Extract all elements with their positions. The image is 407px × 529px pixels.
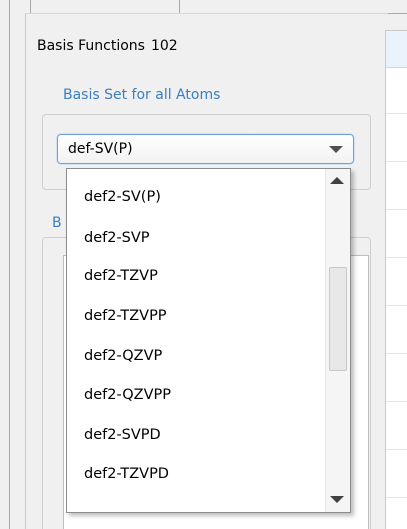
basis-set-group-title: Basis Set for all Atoms [63, 87, 221, 103]
dropdown-option[interactable]: def2-QZVP [84, 348, 162, 364]
chevron-down-icon[interactable] [329, 146, 343, 153]
table-row [386, 401, 407, 402]
dropdown-option[interactable]: def2-TZVPP [84, 308, 167, 324]
table-row [386, 449, 407, 450]
right-table-header [386, 31, 407, 68]
dropdown-option[interactable]: def2-SVPD [84, 427, 161, 443]
table-row [386, 257, 407, 258]
table-row [386, 209, 407, 210]
tab-previous[interactable] [30, 0, 180, 14]
dropdown-option[interactable]: def2-SVP [84, 230, 150, 246]
second-group-title: B [52, 215, 62, 231]
scroll-up-arrow-icon[interactable] [330, 177, 344, 184]
scrollbar-thumb[interactable] [329, 267, 347, 371]
right-table-panel [385, 30, 407, 529]
basis-set-dropdown-list[interactable]: def2-SV(P) def2-SVP def2-TZVP def2-TZVPP… [66, 168, 351, 513]
table-row [386, 161, 407, 162]
dropdown-option[interactable]: def2-QZVPP [84, 387, 171, 403]
dropdown-option[interactable]: def2-SV(P) [84, 189, 161, 205]
dropdown-scrollbar[interactable] [325, 169, 350, 512]
basis-functions-label: Basis Functions [37, 38, 145, 54]
table-row [386, 113, 407, 114]
basis-functions-info: Basis Functions 102 [37, 38, 178, 54]
basis-set-panel: Basis Functions 102 Basis Set for all Ato… [0, 0, 407, 529]
dropdown-option[interactable]: def2-TZVPD [84, 466, 169, 482]
table-row [386, 353, 407, 354]
basis-functions-count: 102 [150, 38, 178, 54]
table-row [386, 497, 407, 498]
basis-set-selected-value: def-SV(P) [68, 141, 133, 157]
dropdown-option[interactable]: def2-TZVP [84, 268, 158, 284]
table-row [386, 305, 407, 306]
scroll-down-arrow-icon[interactable] [330, 496, 344, 503]
dropdown-options: def2-SV(P) def2-SVP def2-TZVP def2-TZVPP… [67, 169, 327, 512]
basis-set-combobox[interactable]: def-SV(P) [57, 134, 354, 164]
